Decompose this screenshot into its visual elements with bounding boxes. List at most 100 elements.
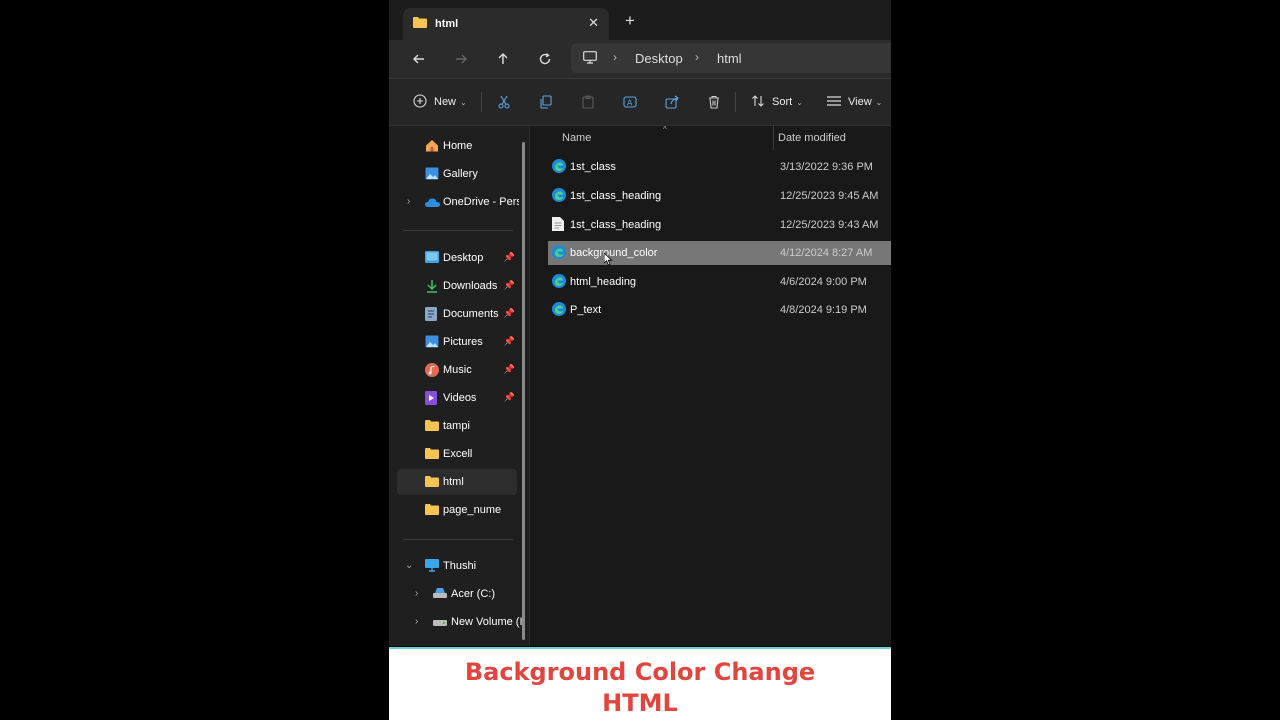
caption-line-2: HTML xyxy=(602,689,678,717)
file-name: P_text xyxy=(570,304,602,316)
sidebar-item-label: Acer (C:) xyxy=(451,588,495,600)
chevron-right-icon: › xyxy=(695,50,699,64)
sidebar-item-drive-c[interactable]: Acer (C:) xyxy=(405,581,525,607)
file-row-selected[interactable]: background_color 4/12/2024 8:27 AM xyxy=(548,241,891,265)
close-icon[interactable]: ✕ xyxy=(588,15,599,31)
sidebar-scrollbar[interactable] xyxy=(522,142,525,640)
sidebar-item-label: Thushi xyxy=(443,560,477,572)
file-name: background_color xyxy=(570,247,658,259)
plus-icon[interactable]: + xyxy=(625,12,635,29)
breadcrumb-desktop[interactable]: Desktop xyxy=(635,51,683,66)
breadcrumb-html[interactable]: html xyxy=(717,51,742,66)
new-button[interactable]: New ⌄ xyxy=(413,93,467,111)
download-icon xyxy=(425,279,439,296)
sidebar-item-label: tampi xyxy=(443,420,470,432)
refresh-icon[interactable] xyxy=(535,49,555,69)
copy-icon[interactable] xyxy=(539,93,553,111)
sidebar-item-documents[interactable]: Documents 📌 xyxy=(397,301,517,327)
file-explorer-window: html ✕ + › Desktop › html New ⌄ A Sort ⌄… xyxy=(389,0,891,720)
rename-icon[interactable]: A xyxy=(623,93,637,111)
sidebar-item-new-volume[interactable]: New Volume (I xyxy=(405,609,525,635)
pin-icon[interactable]: 📌 xyxy=(504,280,515,291)
column-divider[interactable] xyxy=(773,126,774,150)
file-row[interactable]: 1st_class_heading 12/25/2023 9:45 AM xyxy=(548,184,891,208)
address-bar[interactable]: › Desktop › html xyxy=(571,43,891,73)
file-date: 12/25/2023 9:43 AM xyxy=(780,219,879,231)
navigation-pane: Home Gallery › OneDrive - Perso Desktop … xyxy=(389,126,529,646)
sidebar-item-videos[interactable]: Videos 📌 xyxy=(397,385,517,411)
file-name: 1st_class xyxy=(570,161,616,173)
new-label: New xyxy=(434,96,457,108)
desktop-folder-icon xyxy=(425,251,439,266)
file-date: 4/8/2024 9:19 PM xyxy=(780,304,867,316)
sidebar-item-page-nume[interactable]: page_nume xyxy=(397,497,517,523)
file-date: 12/25/2023 9:45 AM xyxy=(780,190,879,202)
computer-icon xyxy=(425,559,439,575)
sidebar-item-home[interactable]: Home xyxy=(397,133,517,159)
home-icon xyxy=(425,139,439,155)
folder-icon xyxy=(425,503,439,518)
title-bar: html ✕ + xyxy=(389,0,891,40)
column-header-name[interactable]: Name xyxy=(562,132,591,144)
cut-icon[interactable] xyxy=(497,93,511,111)
folder-icon xyxy=(425,475,439,490)
sidebar-item-gallery[interactable]: Gallery xyxy=(397,161,517,187)
file-row[interactable]: 1st_class_heading 12/25/2023 9:43 AM xyxy=(548,213,891,237)
text-file-icon xyxy=(552,217,564,234)
view-button[interactable]: View ⌄ xyxy=(827,93,882,111)
pin-icon[interactable]: 📌 xyxy=(504,364,515,375)
sidebar-item-music[interactable]: Music 📌 xyxy=(397,357,517,383)
list-view-icon xyxy=(827,95,841,110)
folder-icon xyxy=(425,419,439,434)
sidebar-item-excell[interactable]: Excell xyxy=(397,441,517,467)
tab-html[interactable]: html ✕ xyxy=(403,8,609,40)
paste-icon[interactable] xyxy=(581,93,595,111)
share-icon[interactable] xyxy=(665,93,679,111)
sidebar-item-tampi[interactable]: tampi xyxy=(397,413,517,439)
sidebar-item-desktop[interactable]: Desktop 📌 xyxy=(397,245,517,271)
monitor-icon xyxy=(583,51,597,69)
back-arrow-icon[interactable] xyxy=(409,49,429,69)
file-row[interactable]: html_heading 4/6/2024 9:00 PM xyxy=(548,270,891,294)
music-icon xyxy=(425,363,439,380)
pin-icon[interactable]: 📌 xyxy=(504,308,515,319)
edge-html-icon xyxy=(552,274,566,291)
sort-label: Sort xyxy=(772,96,793,108)
file-row[interactable]: P_text 4/8/2024 9:19 PM xyxy=(548,298,891,322)
file-list: ^ Name Date modified 1st_class 3/13/2022… xyxy=(529,125,891,646)
sidebar-item-label: page_nume xyxy=(443,504,502,516)
up-arrow-icon[interactable] xyxy=(493,49,513,69)
edge-html-icon xyxy=(552,302,566,319)
plus-circle-icon xyxy=(413,93,427,111)
tab-title: html xyxy=(435,18,459,30)
forward-arrow-icon[interactable] xyxy=(451,49,471,69)
pictures-icon xyxy=(425,335,439,351)
sidebar-item-downloads[interactable]: Downloads 📌 xyxy=(397,273,517,299)
navigation-bar: › Desktop › html xyxy=(389,40,891,79)
sidebar-item-this-pc[interactable]: Thushi xyxy=(397,553,517,579)
sort-button[interactable]: Sort ⌄ xyxy=(751,93,803,111)
file-row[interactable]: 1st_class 3/13/2022 9:36 PM xyxy=(548,155,891,179)
edge-html-icon xyxy=(552,245,566,262)
folder-icon xyxy=(425,447,439,462)
sidebar-item-pictures[interactable]: Pictures 📌 xyxy=(397,329,517,355)
gallery-icon xyxy=(425,167,439,183)
sidebar-divider xyxy=(403,539,513,540)
documents-icon xyxy=(425,307,437,324)
sidebar-item-label: html xyxy=(443,476,464,488)
sidebar-item-html[interactable]: html xyxy=(397,469,517,495)
chevron-down-icon: ⌄ xyxy=(875,97,883,107)
sidebar-item-onedrive[interactable]: OneDrive - Perso xyxy=(397,189,519,215)
toolbar-divider xyxy=(735,92,736,112)
delete-icon[interactable] xyxy=(707,93,721,111)
pin-icon[interactable]: 📌 xyxy=(504,252,515,263)
sort-icon xyxy=(751,94,765,111)
sidebar-item-label: Excell xyxy=(443,448,473,460)
column-header-date[interactable]: Date modified xyxy=(778,132,846,144)
file-date: 3/13/2022 9:36 PM xyxy=(780,161,873,173)
pin-icon[interactable]: 📌 xyxy=(504,336,515,347)
sidebar-divider xyxy=(403,230,513,231)
pin-icon[interactable]: 📌 xyxy=(504,392,515,403)
sidebar-item-label: Gallery xyxy=(443,168,478,180)
drive-icon xyxy=(433,587,447,602)
